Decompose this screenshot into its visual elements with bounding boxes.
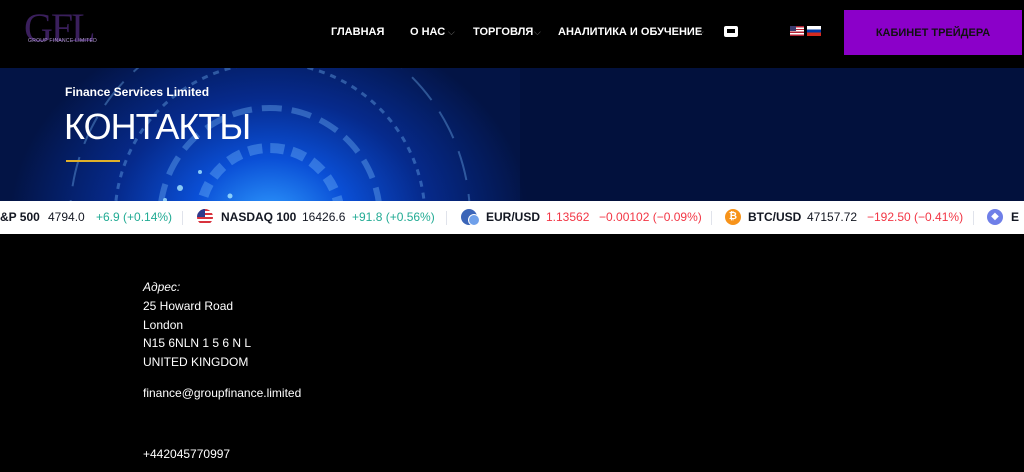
email-link[interactable]: finance@groupfinance.limited	[143, 386, 301, 400]
market-ticker[interactable]: &P 500 4794.0 +6.9 (+0.14%) NASDAQ 100 1…	[0, 201, 1024, 234]
page-title: КОНТАКТЫ	[64, 106, 251, 147]
phone-link[interactable]: +442045770997	[143, 447, 230, 461]
logo[interactable]: GFL GROUP FINANCE LIMITED	[24, 8, 124, 50]
nav-item-about[interactable]: О НАС	[410, 26, 445, 38]
logo-subtitle: GROUP FINANCE LIMITED	[28, 38, 97, 44]
ticker-price: 16426.6	[302, 210, 346, 224]
eur-usd-icon	[461, 209, 480, 226]
ticker-change: +6.9 (+0.14%)	[96, 210, 173, 224]
site-header: GFL GROUP FINANCE LIMITED ГЛАВНАЯ О НАС …	[0, 0, 1024, 68]
ticker-change: −0.00102 (−0.09%)	[599, 210, 702, 224]
banner-subtitle: Finance Services Limited	[65, 85, 210, 99]
flag-ru-icon[interactable]	[807, 26, 821, 36]
ticker-price: 47157.72	[807, 210, 858, 224]
ticker-change: +91.8 (+0.56%)	[352, 210, 435, 224]
ticker-divider	[182, 211, 183, 225]
us-flag-icon	[197, 209, 213, 225]
ticker-divider	[446, 211, 447, 225]
address-line: N15 6NLN 1 5 6 N L	[143, 336, 252, 350]
bitcoin-icon: ₿	[725, 209, 741, 225]
chevron-down-icon: ⌵	[697, 27, 704, 37]
ticker-symbol[interactable]: &P 500	[0, 210, 40, 224]
flag-us-icon[interactable]	[790, 26, 804, 36]
address-label: Адрес:	[143, 280, 181, 294]
ticker-divider	[711, 211, 712, 225]
ticker-divider	[973, 211, 974, 225]
nav-item-home[interactable]: ГЛАВНАЯ	[331, 26, 384, 38]
trader-cabinet-button[interactable]: КАБИНЕТ ТРЕЙДЕРА	[844, 10, 1022, 55]
ticker-price: 4794.0	[48, 210, 85, 224]
ethereum-icon: ◆	[987, 209, 1003, 225]
ticker-symbol[interactable]: EUR/USD	[486, 210, 540, 224]
ticker-change: −192.50 (−0.41%)	[867, 210, 964, 224]
device-icon[interactable]	[724, 26, 738, 37]
ticker-symbol[interactable]: BTC/USD	[748, 210, 801, 224]
chevron-down-icon: ⌵	[534, 27, 541, 37]
address-line: 25 Howard Road	[143, 299, 234, 313]
address-line: UNITED KINGDOM	[143, 355, 249, 369]
ticker-symbol[interactable]: NASDAQ 100	[221, 210, 296, 224]
ticker-price: 1.13562	[546, 210, 590, 224]
nav-item-trading[interactable]: ТОРГОВЛЯ	[473, 26, 533, 38]
ticker-symbol[interactable]: E	[1011, 210, 1019, 224]
title-underline	[66, 160, 120, 162]
address-line: London	[143, 318, 184, 332]
chevron-down-icon: ⌵	[448, 27, 455, 37]
nav-item-analytics[interactable]: АНАЛИТИКА И ОБУЧЕНИЕ	[558, 26, 702, 38]
page-banner: Finance Services Limited КОНТАКТЫ	[0, 68, 1024, 206]
